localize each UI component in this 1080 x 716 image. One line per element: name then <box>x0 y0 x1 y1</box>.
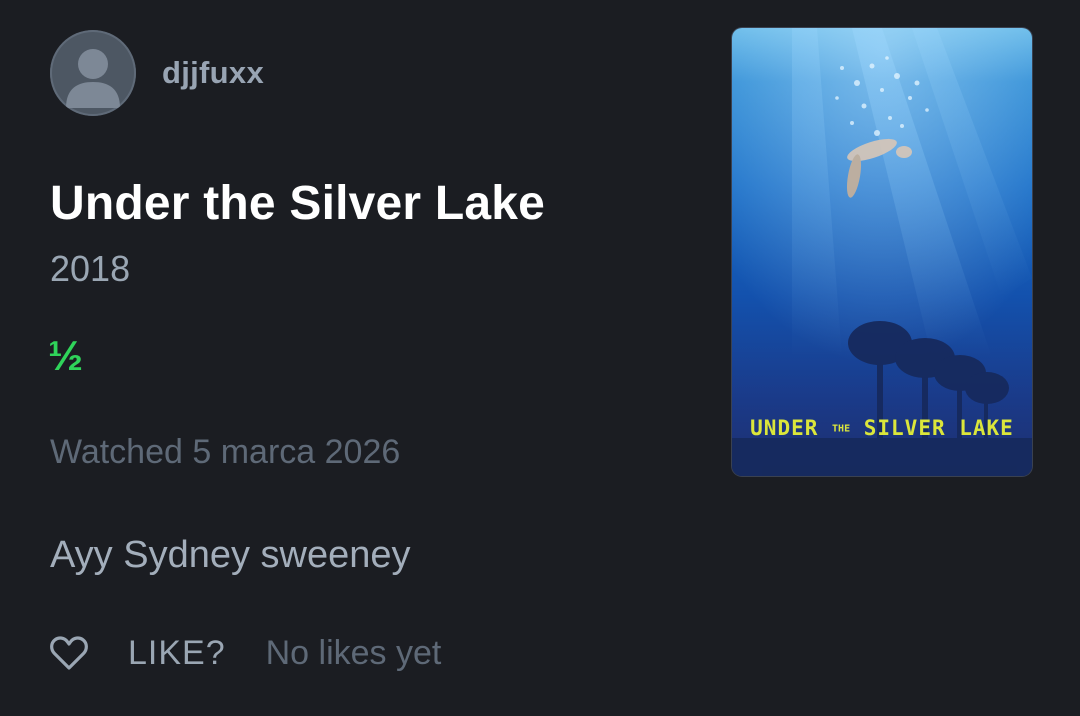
star-rating: ½ <box>48 332 84 379</box>
film-year[interactable]: 2018 <box>50 248 130 290</box>
poster-artwork <box>732 28 1032 476</box>
avatar[interactable] <box>50 30 136 116</box>
person-silhouette-icon <box>66 49 120 108</box>
film-title[interactable]: Under the Silver Lake <box>50 176 545 231</box>
review-header: djjfuxx <box>50 30 264 116</box>
username[interactable]: djjfuxx <box>162 55 264 91</box>
like-row: LIKE? No likes yet <box>48 632 441 674</box>
review-page: djjfuxx Under the Silver Lake 2018 ½ Wat… <box>0 0 1080 716</box>
review-text: Ayy Sydney sweeney <box>50 534 411 576</box>
likes-count: No likes yet <box>265 633 442 672</box>
heart-outline-icon[interactable] <box>48 632 90 674</box>
watched-date: Watched 5 marca 2026 <box>50 433 401 471</box>
poster-title: UNDER THE SILVER LAKE <box>750 416 1014 440</box>
film-poster[interactable]: UNDER THE SILVER LAKE <box>732 28 1032 476</box>
like-button[interactable]: LIKE? <box>128 634 226 673</box>
